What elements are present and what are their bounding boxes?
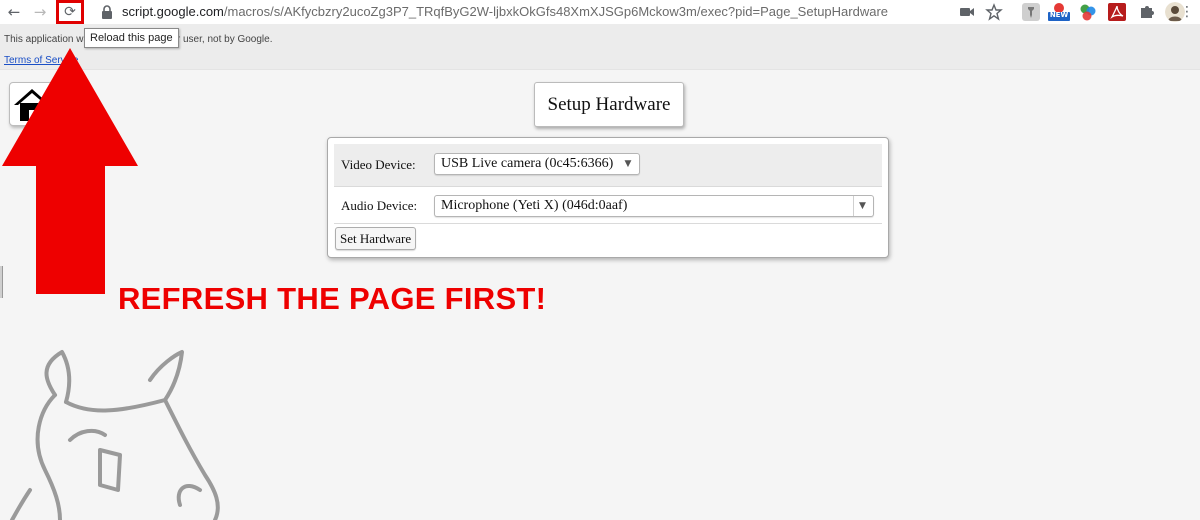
back-arrow-icon[interactable]: ← bbox=[4, 2, 24, 22]
page-title: Setup Hardware bbox=[547, 94, 671, 115]
audio-device-label: Audio Device: bbox=[341, 198, 418, 213]
reload-tooltip: Reload this page bbox=[84, 28, 179, 48]
more-menu-icon[interactable]: ⋮ bbox=[1180, 2, 1194, 22]
pdf-extension-icon[interactable] bbox=[1107, 2, 1127, 22]
lock-icon bbox=[102, 5, 112, 19]
chevron-down-icon: ▼ bbox=[853, 196, 871, 216]
apps-script-warning-banner: This application was created by another … bbox=[0, 24, 1200, 70]
audio-device-value: Microphone (Yeti X) (046d:0aaf) bbox=[441, 198, 628, 213]
refresh-callout-text: REFRESH THE PAGE FIRST! bbox=[118, 281, 547, 316]
new-badge-label: NEW bbox=[1049, 11, 1069, 19]
circles-extension-icon[interactable] bbox=[1078, 2, 1098, 22]
reload-highlight-box bbox=[56, 0, 84, 24]
browser-toolbar: ← → ⟳ script.google.com/macros/s/AKfycbz… bbox=[0, 0, 1200, 24]
video-device-select[interactable]: USB Live camera (0c45:6366) ▼ bbox=[434, 153, 640, 175]
chevron-down-icon: ▼ bbox=[624, 159, 632, 169]
url-host: script.google.com bbox=[122, 4, 224, 19]
audio-device-row: Audio Device: Microphone (Yeti X) (046d:… bbox=[334, 186, 882, 224]
llama-mascot-icon bbox=[10, 350, 220, 520]
address-bar[interactable]: script.google.com/macros/s/AKfycbzry2uco… bbox=[122, 4, 888, 19]
video-device-label: Video Device: bbox=[341, 157, 416, 172]
camera-icon[interactable] bbox=[958, 3, 976, 21]
star-icon[interactable] bbox=[985, 3, 1003, 21]
forward-arrow-icon[interactable]: → bbox=[30, 2, 50, 22]
url-path: /macros/s/AKfycbzry2ucoZg3P7_TRqfByG2W-l… bbox=[223, 4, 889, 19]
set-hardware-button[interactable]: Set Hardware bbox=[335, 227, 417, 250]
page-title-box: Setup Hardware bbox=[534, 82, 684, 127]
audio-device-select[interactable]: Microphone (Yeti X) (046d:0aaf) ▼ bbox=[434, 195, 874, 217]
video-device-value: USB Live camera (0c45:6366) bbox=[441, 156, 614, 171]
red-arrow-annotation bbox=[2, 48, 138, 294]
pin-extension-icon[interactable] bbox=[1021, 2, 1041, 22]
hardware-form: Video Device: USB Live camera (0c45:6366… bbox=[327, 137, 889, 258]
video-device-row: Video Device: USB Live camera (0c45:6366… bbox=[334, 144, 882, 186]
new-badge-extension-icon[interactable]: NEW bbox=[1047, 2, 1071, 22]
puzzle-extensions-icon[interactable] bbox=[1137, 2, 1157, 22]
